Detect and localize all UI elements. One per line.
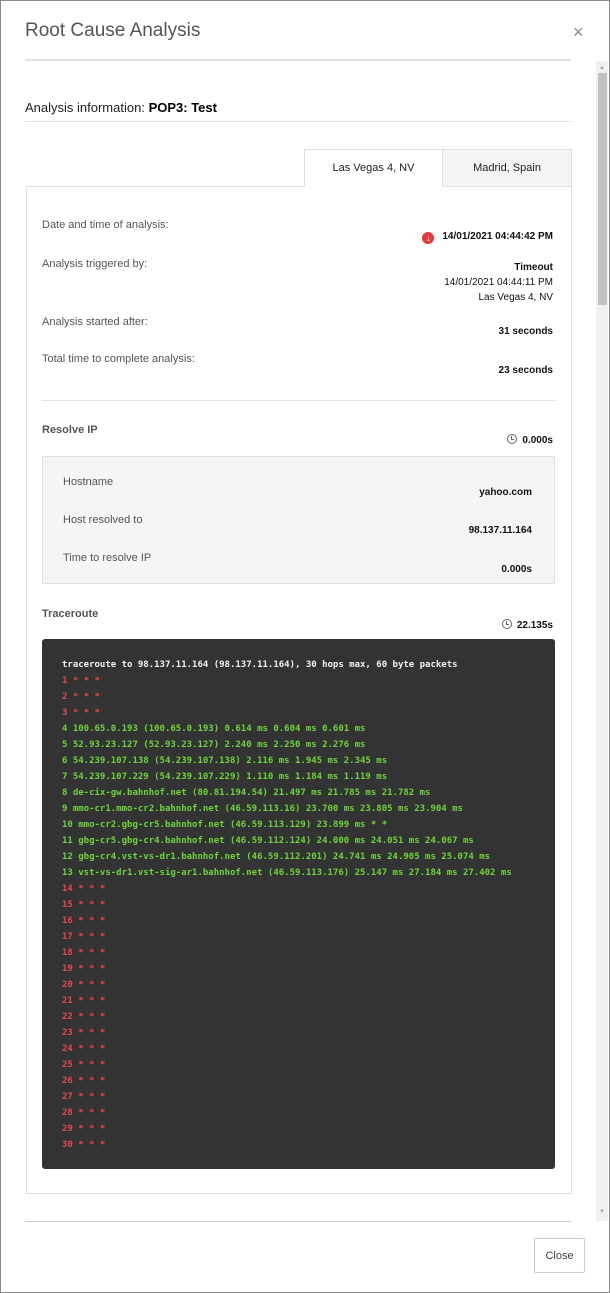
tab-madrid[interactable]: Madrid, Spain <box>442 149 572 187</box>
traceroute-title: Traceroute <box>42 608 99 620</box>
resolve-time-label: Time to resolve IP <box>63 552 152 564</box>
traceroute-hop: 20 * * * <box>62 980 106 990</box>
scrollbar-thumb[interactable] <box>598 73 607 305</box>
close-icon[interactable]: × <box>573 22 584 43</box>
info-label: Analysis information: <box>25 100 145 115</box>
traceroute-hop: 23 * * * <box>62 1028 106 1038</box>
trigger-label: Analysis triggered by: <box>42 258 148 270</box>
date-value: ↓ 14/01/2021 04:44:42 PM <box>422 229 553 244</box>
scroll-up-icon[interactable]: ▲ <box>599 65 605 71</box>
info-value: POP3: Test <box>148 100 217 115</box>
traceroute-hop: 1 * * * <box>62 676 100 686</box>
traceroute-hop: 16 * * * <box>62 916 106 926</box>
traceroute-time: 22.135s <box>501 618 553 633</box>
scroll-down-icon[interactable]: ▼ <box>599 1209 605 1215</box>
total-label: Total time to complete analysis: <box>42 353 195 365</box>
traceroute-hop: 12 gbg-cr4.vst-vs-dr1.bahnhof.net (46.59… <box>62 852 491 862</box>
traceroute-hop: 4 100.65.0.193 (100.65.0.193) 0.614 ms 0… <box>62 724 366 734</box>
traceroute-hop: 15 * * * <box>62 900 106 910</box>
traceroute-hop: 14 * * * <box>62 884 106 894</box>
resolve-time: 0.000s <box>507 433 553 448</box>
traceroute-hop: 8 de-cix-gw.bahnhof.net (80.81.194.54) 2… <box>62 788 431 798</box>
date-label: Date and time of analysis: <box>42 219 169 231</box>
traceroute-hop: 27 * * * <box>62 1092 106 1102</box>
traceroute-hop: 25 * * * <box>62 1060 106 1070</box>
traceroute-hop: 3 * * * <box>62 708 100 718</box>
resolved-label: Host resolved to <box>63 514 143 526</box>
resolve-time-value: 0.000s <box>501 564 532 575</box>
resolved-value: 98.137.11.164 <box>468 525 532 536</box>
started-value: 31 seconds <box>498 326 553 337</box>
traceroute-hop: 9 mmo-cr1.mmo-cr2.bahnhof.net (46.59.113… <box>62 804 463 814</box>
traceroute-hop: 2 * * * <box>62 692 100 702</box>
traceroute-hop: 5 52.93.23.127 (52.93.23.127) 2.240 ms 2… <box>62 740 366 750</box>
resolve-title: Resolve IP <box>42 424 98 436</box>
traceroute-hop: 24 * * * <box>62 1044 106 1054</box>
traceroute-hop: 18 * * * <box>62 948 106 958</box>
close-button[interactable]: Close <box>534 1238 585 1273</box>
traceroute-hop: 6 54.239.107.138 (54.239.107.138) 2.116 … <box>62 756 388 766</box>
divider <box>25 59 571 61</box>
root-cause-modal: Root Cause Analysis × ▲ ▼ Analysis infor… <box>0 0 610 1293</box>
traceroute-hop: 29 * * * <box>62 1124 106 1134</box>
modal-title: Root Cause Analysis <box>25 20 201 41</box>
traceroute-hop: 7 54.239.107.229 (54.239.107.229) 1.110 … <box>62 772 388 782</box>
alert-down-icon: ↓ <box>422 232 435 244</box>
traceroute-header: traceroute to 98.137.11.164 (98.137.11.1… <box>62 660 458 670</box>
traceroute-hop: 17 * * * <box>62 932 106 942</box>
traceroute-hop: 10 mmo-cr2.gbg-cr5.bahnhof.net (46.59.11… <box>62 820 388 830</box>
traceroute-output: traceroute to 98.137.11.164 (98.137.11.1… <box>42 639 555 1169</box>
hostname-label: Hostname <box>63 476 114 488</box>
traceroute-hop: 19 * * * <box>62 964 106 974</box>
clock-icon <box>501 619 512 629</box>
tab-las-vegas[interactable]: Las Vegas 4, NV <box>304 149 443 187</box>
trigger-value: Timeout 14/01/2021 04:44:11 PM Las Vegas 4… <box>444 262 553 303</box>
traceroute-hop: 22 * * * <box>62 1012 106 1022</box>
divider <box>25 1221 571 1222</box>
traceroute-hop: 26 * * * <box>62 1076 106 1086</box>
hostname-value: yahoo.com <box>479 487 532 498</box>
divider <box>42 400 555 401</box>
traceroute-hop: 30 * * * <box>62 1140 106 1150</box>
clock-icon <box>507 434 518 444</box>
divider <box>25 121 571 122</box>
traceroute-hop: 11 gbg-cr5.gbg-cr4.bahnhof.net (46.59.11… <box>62 836 474 846</box>
started-label: Analysis started after: <box>42 316 148 328</box>
traceroute-hop: 13 vst-vs-dr1.vst-sig-ar1.bahnhof.net (4… <box>62 868 512 878</box>
traceroute-hop: 28 * * * <box>62 1108 106 1118</box>
traceroute-hop: 21 * * * <box>62 996 106 1006</box>
analysis-info: Analysis information: POP3: Test <box>25 100 217 115</box>
total-value: 23 seconds <box>498 365 553 376</box>
